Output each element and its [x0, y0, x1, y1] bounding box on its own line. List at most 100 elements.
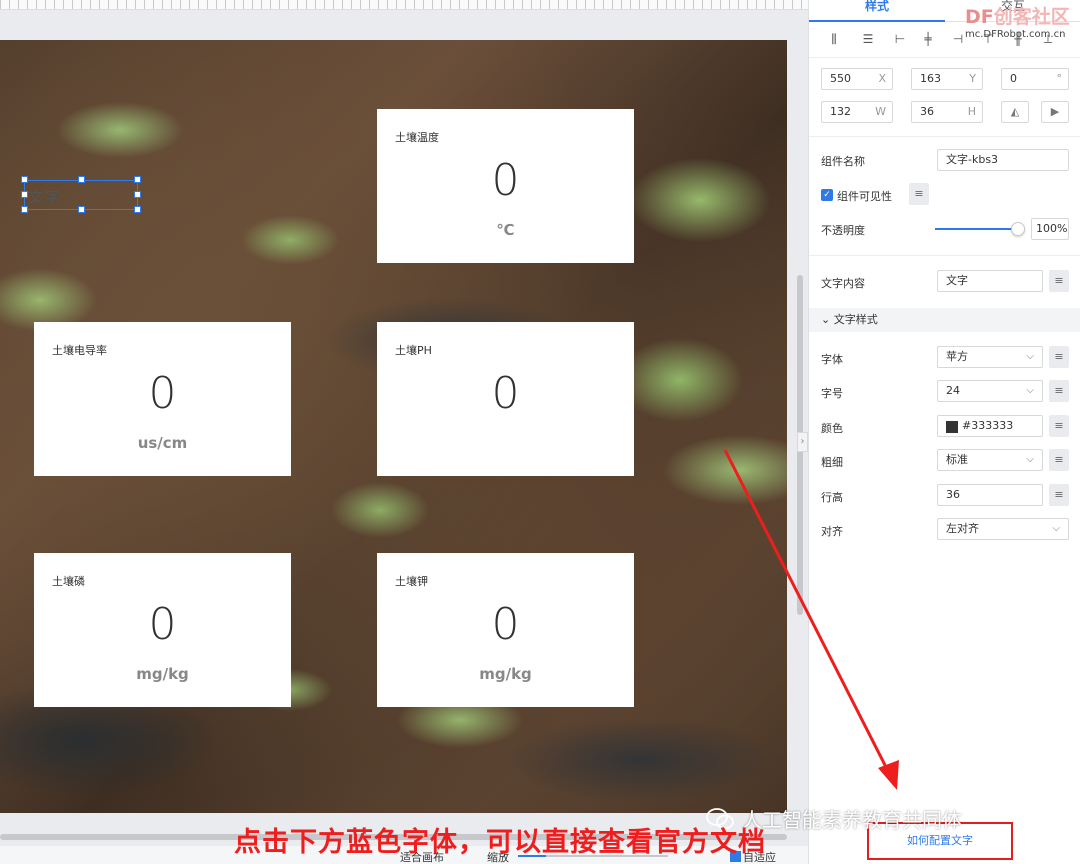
text-content-label: 文字内容 — [821, 277, 865, 290]
font-size-value: 24 — [946, 384, 960, 397]
text-content-value: 文字 — [946, 274, 968, 287]
database-icon[interactable]: ≡ — [1049, 484, 1069, 506]
card-unit: mg/kg — [479, 665, 532, 683]
chevron-down-icon: ⌵ — [1026, 454, 1034, 465]
width-suffix: W — [875, 105, 886, 118]
font-size-select[interactable]: 24 ⌵ — [937, 380, 1043, 402]
flip-vertical-icon[interactable]: ◭ — [1001, 101, 1029, 123]
resize-handle-n[interactable] — [78, 176, 85, 183]
opacity-label: 不透明度 — [821, 224, 865, 237]
card-title: 土壤磷 — [52, 575, 85, 588]
color-picker[interactable]: #333333 — [937, 415, 1043, 437]
card-title: 土壤PH — [395, 344, 432, 357]
database-icon[interactable]: ≡ — [1049, 346, 1069, 368]
card-title: 土壤温度 — [395, 131, 439, 144]
resize-handle-se[interactable] — [134, 206, 141, 213]
logo-community-text: 创客社区 — [993, 6, 1070, 28]
font-weight-value: 标准 — [946, 453, 968, 466]
chevron-down-icon: ⌵ — [1026, 351, 1034, 362]
panel-collapse-handle[interactable]: › — [797, 432, 808, 452]
card-soil-ph[interactable]: 土壤PH 0 — [377, 322, 634, 476]
font-weight-label: 粗细 — [821, 456, 843, 469]
chevron-down-icon: ⌵ — [1026, 385, 1034, 396]
opacity-slider[interactable] — [935, 228, 1019, 230]
distribute-horizontal-icon[interactable]: ⫼ — [825, 30, 843, 48]
text-align-value: 左对齐 — [946, 522, 979, 535]
height-value: 36 — [920, 105, 934, 118]
font-select[interactable]: 苹方 ⌵ — [937, 346, 1043, 368]
card-soil-temperature[interactable]: 土壤温度 0 ℃ — [377, 109, 634, 263]
line-height-label: 行高 — [821, 491, 843, 504]
resize-handle-s[interactable] — [78, 206, 85, 213]
text-style-section-header[interactable]: ⌄ 文字样式 — [809, 308, 1080, 332]
position-x-value: 550 — [830, 72, 851, 85]
position-x-input[interactable]: 550 X — [821, 68, 893, 90]
database-icon[interactable]: ≡ — [1049, 380, 1069, 402]
align-left-icon[interactable]: ⊢ — [891, 30, 909, 48]
database-icon[interactable]: ≡ — [1049, 270, 1069, 292]
component-name-label: 组件名称 — [821, 155, 865, 168]
rotation-input[interactable]: 0 ° — [1001, 68, 1069, 90]
divider — [809, 57, 1080, 58]
top-ruler — [0, 0, 808, 10]
position-y-value: 163 — [920, 72, 941, 85]
card-soil-phosphorus[interactable]: 土壤磷 0 mg/kg — [34, 553, 291, 707]
editor-canvas-area: 土壤温度 0 ℃ 土壤电导率 0 us/cm 土壤PH 0 土壤磷 0 mg/k… — [0, 0, 808, 864]
logo-df-text: DF — [965, 6, 994, 28]
rotation-unit: ° — [1056, 72, 1063, 85]
divider — [809, 255, 1080, 256]
resize-handle-sw[interactable] — [21, 206, 28, 213]
tab-style[interactable]: 样式 — [809, 0, 945, 22]
card-soil-potassium[interactable]: 土壤钾 0 mg/kg — [377, 553, 634, 707]
database-icon[interactable]: ≡ — [1049, 449, 1069, 471]
database-icon[interactable]: ≡ — [909, 183, 929, 205]
rotation-value: 0 — [1010, 72, 1017, 85]
selected-text-content: 文字 — [28, 188, 63, 206]
card-title: 土壤钾 — [395, 575, 428, 588]
font-weight-select[interactable]: 标准 ⌵ — [937, 449, 1043, 471]
align-center-horizontal-icon[interactable]: ╪ — [919, 30, 937, 48]
card-value: 0 — [148, 368, 177, 419]
annotation-caption: 点击下方蓝色字体，可以直接查看官方文档 — [234, 827, 766, 858]
text-style-header-label: 文字样式 — [833, 313, 878, 326]
component-name-input[interactable]: 文字-kbs3 — [937, 149, 1069, 171]
color-label: 颜色 — [821, 422, 843, 435]
opacity-input[interactable]: 100% — [1031, 218, 1069, 240]
width-input[interactable]: 132 W — [821, 101, 893, 123]
card-unit: ℃ — [496, 221, 515, 239]
text-align-select[interactable]: 左对齐 ⌵ — [937, 518, 1069, 540]
resize-handle-ne[interactable] — [134, 176, 141, 183]
resize-handle-e[interactable] — [134, 191, 141, 198]
line-height-input[interactable]: 36 — [937, 484, 1043, 506]
flip-horizontal-icon[interactable]: ▶ — [1041, 101, 1069, 123]
font-value: 苹方 — [946, 350, 968, 363]
position-x-suffix: X — [878, 72, 886, 85]
dfrobot-url: mc.DFRobot.com.cn — [965, 29, 1066, 40]
wechat-account-name: 人工智能素养教育共同体 — [742, 808, 962, 832]
distribute-vertical-icon[interactable]: ☰ — [859, 30, 877, 48]
resize-handle-nw[interactable] — [21, 176, 28, 183]
chevron-down-icon: ⌄ — [821, 313, 834, 326]
text-content-input[interactable]: 文字 — [937, 270, 1043, 292]
opacity-value: 100% — [1036, 222, 1068, 235]
visibility-checkbox[interactable]: ✓ — [821, 189, 833, 201]
position-y-input[interactable]: 163 Y — [911, 68, 983, 90]
line-height-value: 36 — [946, 488, 960, 501]
card-unit: us/cm — [137, 434, 188, 452]
width-value: 132 — [830, 105, 851, 118]
card-value: 0 — [491, 155, 520, 206]
height-input[interactable]: 36 H — [911, 101, 983, 123]
chevron-down-icon: ⌵ — [1052, 523, 1060, 534]
resize-handle-w[interactable] — [21, 191, 28, 198]
opacity-slider-handle[interactable] — [1011, 222, 1025, 236]
dashboard-canvas[interactable]: 土壤温度 0 ℃ 土壤电导率 0 us/cm 土壤PH 0 土壤磷 0 mg/k… — [0, 40, 787, 813]
color-swatch — [946, 421, 958, 433]
card-value: 0 — [491, 599, 520, 650]
font-label: 字体 — [821, 353, 843, 366]
position-y-suffix: Y — [969, 72, 976, 85]
card-soil-conductivity[interactable]: 土壤电导率 0 us/cm — [34, 322, 291, 476]
database-icon[interactable]: ≡ — [1049, 415, 1069, 437]
height-suffix: H — [967, 105, 976, 118]
card-value: 0 — [148, 599, 177, 650]
card-unit: mg/kg — [136, 665, 189, 683]
